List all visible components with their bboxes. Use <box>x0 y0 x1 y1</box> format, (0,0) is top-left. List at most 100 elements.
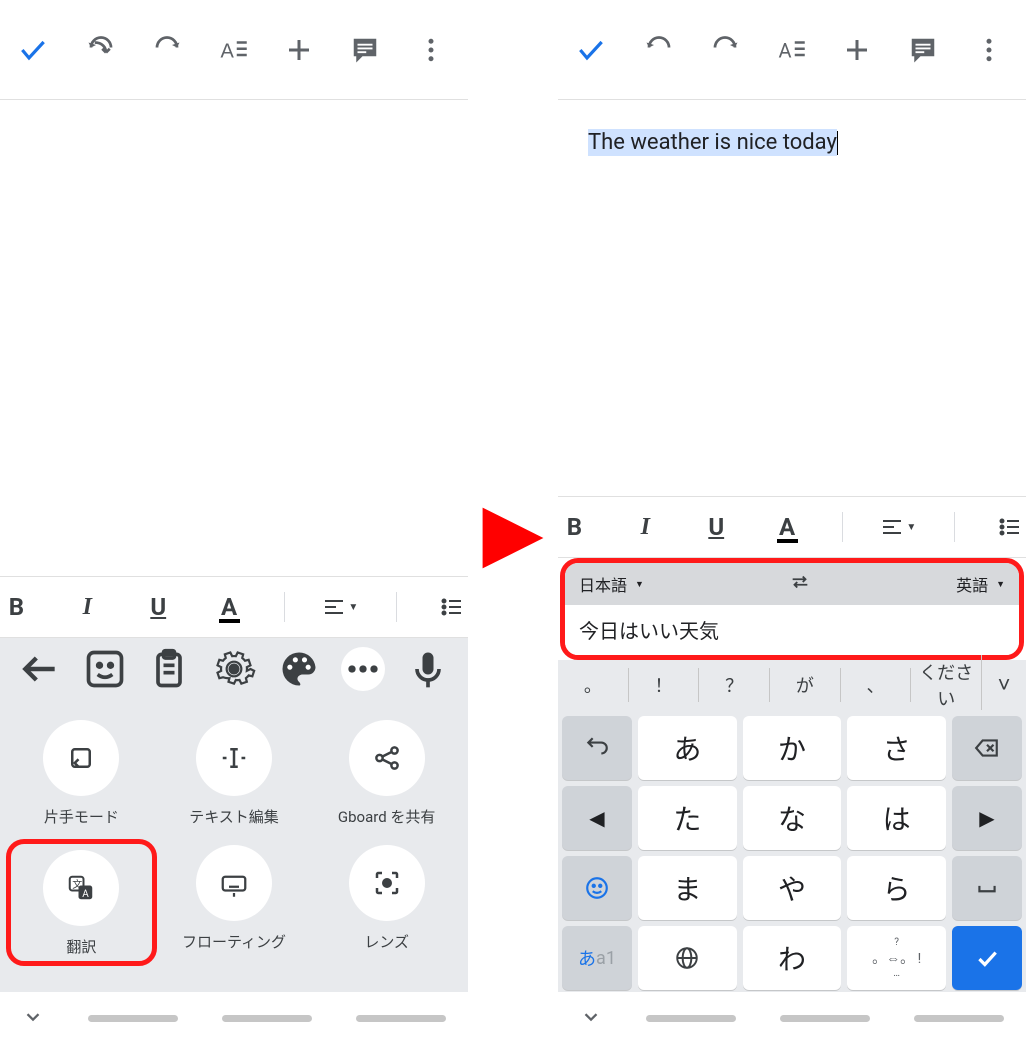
top-toolbar: A <box>0 0 468 100</box>
done-button[interactable] <box>558 0 624 100</box>
collapse-icon[interactable] <box>580 1005 602 1031</box>
suggestion[interactable]: ください <box>911 655 982 715</box>
translate-panel: 日本語 英語 今日はいい天気 <box>560 558 1024 660</box>
suggestion[interactable]: ！ <box>629 668 700 702</box>
document-area[interactable]: The weather is nice today <box>558 100 1026 496</box>
key-punct[interactable]: ? 。⇔。 ! … <box>847 926 946 990</box>
comment-button[interactable] <box>332 0 398 100</box>
done-button[interactable] <box>0 0 66 100</box>
back-button[interactable] <box>914 1015 1004 1022</box>
nav-bar <box>0 992 468 1044</box>
svg-text:A: A <box>83 889 90 900</box>
phone-right: A The weather is nice today B I U A ▼ 日本… <box>558 0 1026 1044</box>
key-backspace[interactable] <box>952 716 1022 780</box>
mic-icon[interactable] <box>406 647 450 691</box>
home-button[interactable] <box>222 1015 312 1022</box>
align-button[interactable]: ▼ <box>880 507 916 547</box>
theme-icon[interactable] <box>277 647 321 691</box>
lens-icon <box>349 845 425 921</box>
undo-button[interactable] <box>68 0 134 100</box>
option-floating[interactable]: フローティング <box>163 845 306 962</box>
key-wa[interactable]: わ <box>743 926 842 990</box>
swap-icon[interactable] <box>789 571 811 597</box>
suggestion[interactable]: 。 <box>558 668 629 702</box>
list-button[interactable] <box>993 507 1026 547</box>
option-lens[interactable]: レンズ <box>315 845 458 962</box>
format-bar: B I U A ▼ <box>558 496 1026 558</box>
key-space[interactable] <box>952 856 1022 920</box>
format-bar: B I U A ▼ <box>0 576 468 638</box>
key-right[interactable]: ▶ <box>952 786 1022 850</box>
undo-button[interactable] <box>626 0 692 100</box>
recent-apps-button[interactable] <box>646 1015 736 1022</box>
option-onehand[interactable]: 片手モード <box>10 720 153 827</box>
option-share[interactable]: Gboard を共有 <box>315 720 458 827</box>
keyboard-icon <box>196 845 272 921</box>
redo-button[interactable] <box>692 0 758 100</box>
underline-button[interactable]: U <box>142 587 175 627</box>
suggestion[interactable]: 、 <box>841 668 912 702</box>
key-ka[interactable]: か <box>743 716 842 780</box>
add-button[interactable] <box>266 0 332 100</box>
key-ya[interactable]: や <box>743 856 842 920</box>
textcolor-button[interactable]: A <box>771 507 804 547</box>
list-button[interactable] <box>435 587 468 627</box>
translate-icon: 文A <box>43 850 119 926</box>
italic-button[interactable]: I <box>71 587 104 627</box>
bold-button[interactable]: B <box>558 507 591 547</box>
document-area[interactable] <box>0 100 468 576</box>
key-a[interactable]: あ <box>638 716 737 780</box>
suggestion[interactable]: が <box>770 668 841 702</box>
key-emoji[interactable] <box>562 856 632 920</box>
key-ha[interactable]: は <box>847 786 946 850</box>
selected-text: The weather is nice today <box>588 129 837 156</box>
key-left[interactable]: ◀ <box>562 786 632 850</box>
key-ta[interactable]: た <box>638 786 737 850</box>
recent-apps-button[interactable] <box>88 1015 178 1022</box>
settings-icon[interactable] <box>212 647 256 691</box>
option-textedit[interactable]: テキスト編集 <box>163 720 306 827</box>
clipboard-icon[interactable] <box>147 647 191 691</box>
home-button[interactable] <box>780 1015 870 1022</box>
key-enter[interactable] <box>952 926 1022 990</box>
key-undo-arrow[interactable] <box>562 716 632 780</box>
redo-button[interactable] <box>134 0 200 100</box>
more-icon[interactable] <box>341 647 385 691</box>
key-na[interactable]: な <box>743 786 842 850</box>
textcursor-icon <box>196 720 272 796</box>
comment-button[interactable] <box>890 0 956 100</box>
format-button[interactable]: A <box>200 0 266 100</box>
back-icon[interactable] <box>18 647 62 691</box>
overflow-button[interactable] <box>956 0 1022 100</box>
overflow-button[interactable] <box>398 0 464 100</box>
sticker-icon[interactable] <box>83 647 127 691</box>
key-ma[interactable]: ま <box>638 856 737 920</box>
kana-keyboard: あ か さ ◀ た な は ▶ ま や ら あa1 わ ? 。⇔。 ! … <box>558 710 1026 992</box>
source-lang[interactable]: 日本語 <box>579 572 644 596</box>
key-mode[interactable]: あa1 <box>562 926 632 990</box>
collapse-icon[interactable] <box>22 1005 44 1031</box>
italic-button[interactable]: I <box>629 507 662 547</box>
key-sa[interactable]: さ <box>847 716 946 780</box>
format-button[interactable]: A <box>758 0 824 100</box>
option-translate-highlight: 文A 翻訳 <box>6 839 157 966</box>
translate-input[interactable]: 今日はいい天気 <box>565 605 1019 655</box>
textcolor-button[interactable]: A <box>213 587 246 627</box>
back-button[interactable] <box>356 1015 446 1022</box>
bold-button[interactable]: B <box>0 587 33 627</box>
target-lang[interactable]: 英語 <box>956 572 1005 596</box>
key-ra[interactable]: ら <box>847 856 946 920</box>
add-button[interactable] <box>824 0 890 100</box>
keyboard-toolbar <box>0 638 468 700</box>
svg-text:A: A <box>779 38 792 62</box>
option-translate[interactable]: 文A 翻訳 <box>15 850 148 957</box>
nav-bar <box>558 992 1026 1044</box>
collapse-icon[interactable]: ˅ <box>982 668 1026 702</box>
suggestion[interactable]: ？ <box>699 668 770 702</box>
suggestion-row: 。 ！ ？ が 、 ください ˅ <box>558 660 1026 710</box>
arrow-icon <box>475 500 551 576</box>
svg-text:A: A <box>221 40 235 62</box>
underline-button[interactable]: U <box>700 507 733 547</box>
align-button[interactable]: ▼ <box>322 587 358 627</box>
key-globe[interactable] <box>638 926 737 990</box>
